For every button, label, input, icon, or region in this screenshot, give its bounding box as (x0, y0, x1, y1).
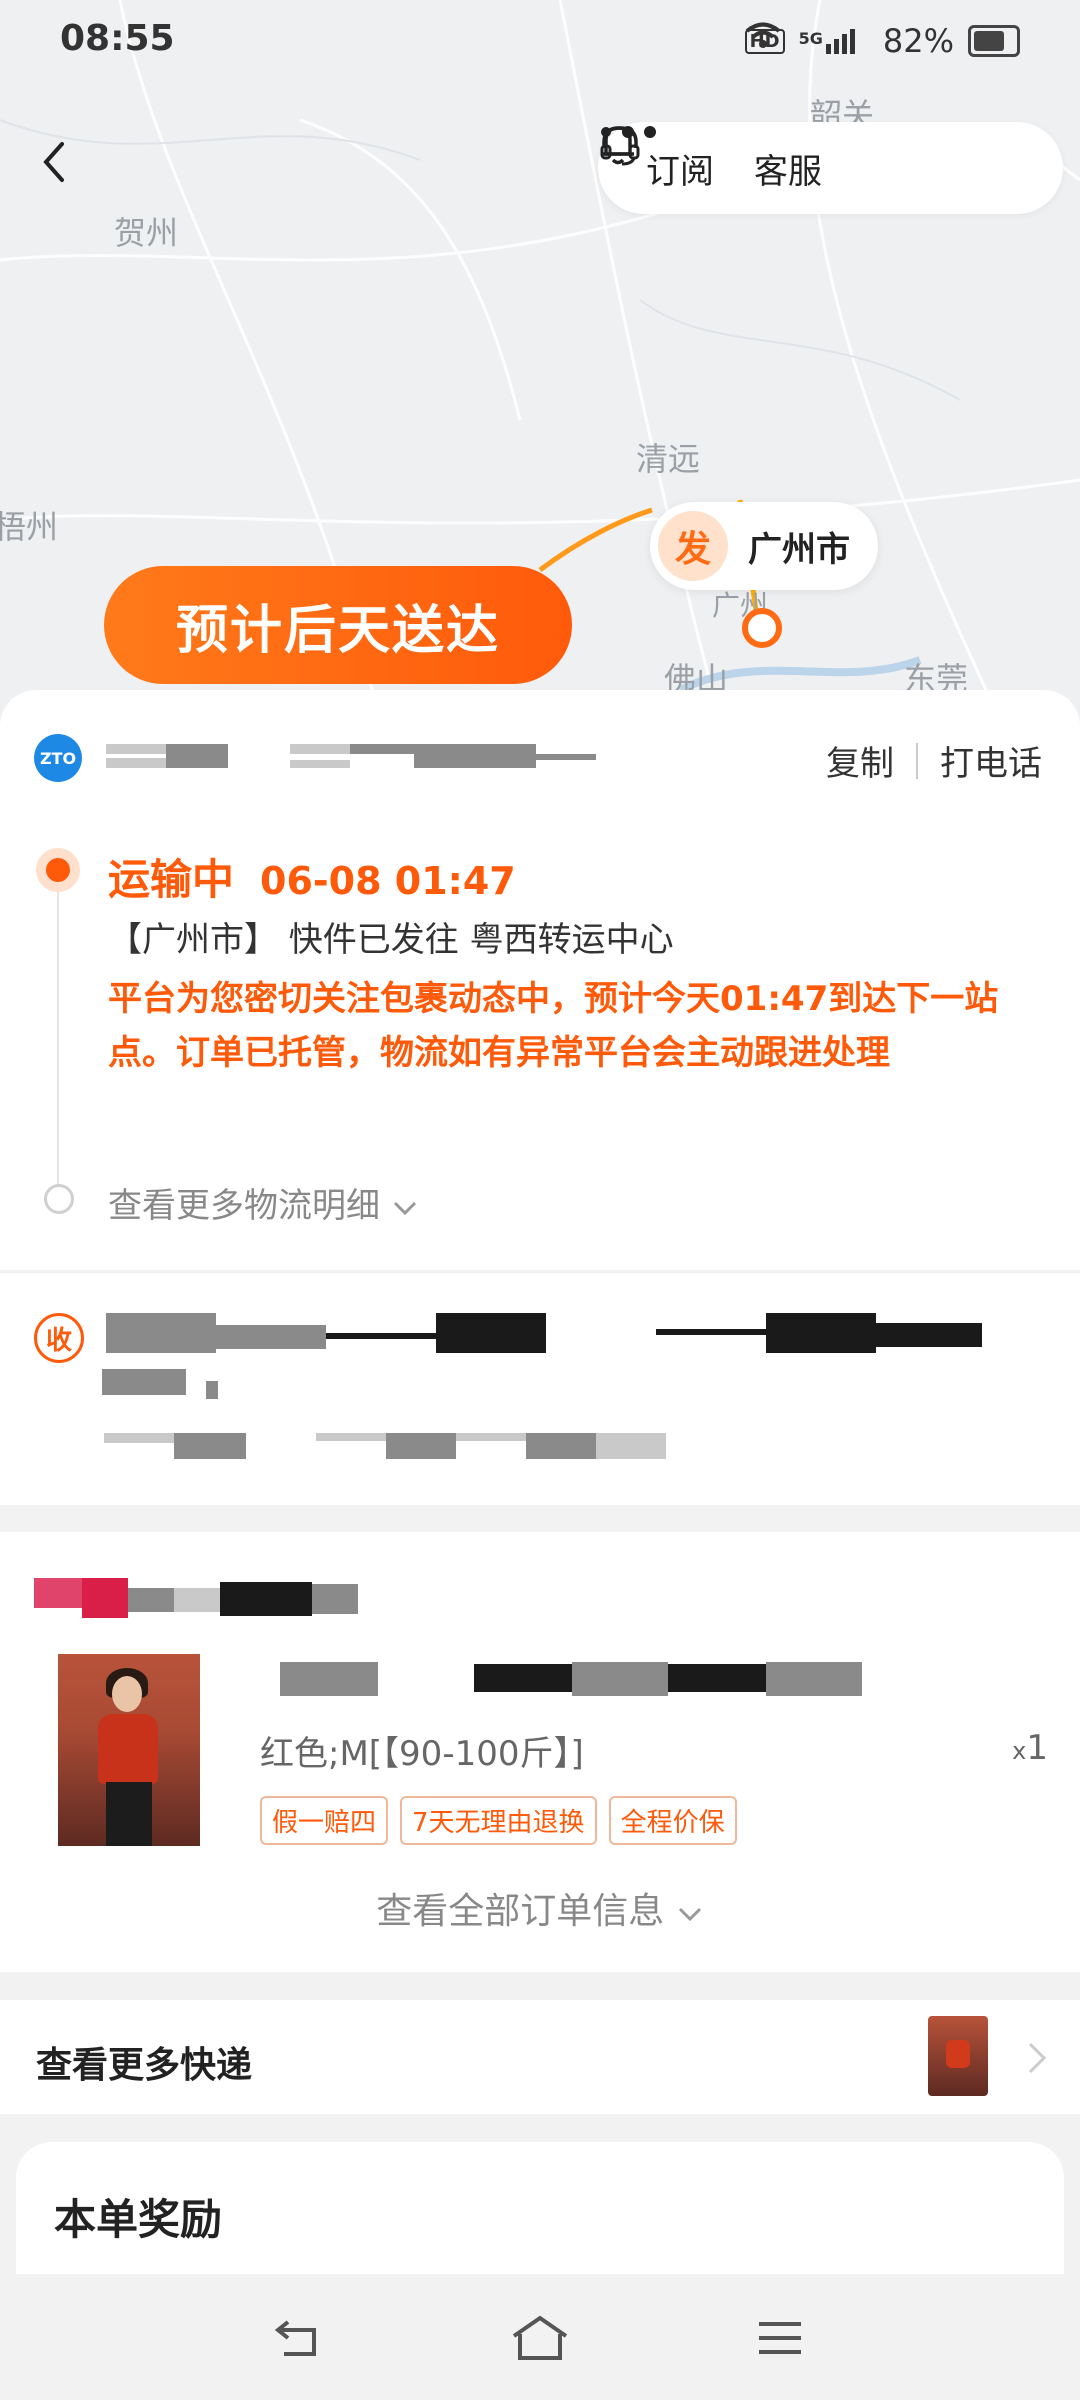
divider (916, 742, 918, 779)
tracking-status: 运输中 (108, 855, 235, 904)
product-image[interactable] (58, 1654, 200, 1846)
more-dots-icon (601, 126, 656, 138)
tracking-card: ZTO 复制 打电话 运输中 06-08 01:47 【广州市】 快件已发往 粤… (0, 690, 1080, 1270)
tag-7-day-return: 7天无理由退换 (400, 1796, 597, 1845)
product-quantity: x1 (1012, 1728, 1048, 1768)
tag-price-protection: 全程价保 (608, 1796, 737, 1845)
express-thumbnail (928, 2016, 988, 2096)
product-variant: 红色;M[【90-100斤】] (260, 1734, 584, 1774)
status-time: 08:55 (60, 18, 175, 59)
carrier-logo: ZTO (34, 734, 82, 782)
more-logistics-label: 查看更多物流明细 (108, 1186, 380, 1226)
carrier-actions: 复制 打电话 (826, 736, 1042, 785)
more-express-title: 查看更多快递 (36, 2045, 253, 2086)
copy-button[interactable]: 复制 (826, 736, 894, 785)
customer-service-button[interactable]: 客服 (600, 126, 822, 193)
timeline-active-dot (36, 848, 80, 892)
battery-level: 82% (882, 22, 954, 60)
origin-badge: 发 (658, 511, 728, 581)
subscribe-button[interactable]: 订阅 (602, 126, 714, 193)
top-action-pill: 订阅 客服 (598, 122, 1063, 214)
city-label: 梧州 (0, 508, 59, 546)
tracking-status-line: 运输中 06-08 01:47 (108, 846, 516, 907)
reward-card: 本单奖励 (16, 2142, 1064, 2282)
receiver-badge: 收 (34, 1313, 84, 1363)
tag-fake-compensation: 假一赔四 (260, 1796, 389, 1845)
signal-icon: 5G (799, 28, 855, 54)
menu-icon (759, 2322, 801, 2354)
map-view[interactable]: 贺州 韶关 清远 梧州 佛山 东莞 广州 08:55 HD 5G 82% (0, 0, 1080, 720)
battery-icon (968, 25, 1020, 57)
back-button[interactable] (40, 140, 100, 200)
more-express-row[interactable]: 查看更多快递 (0, 2000, 1080, 2114)
order-card: 红色;M[【90-100斤】] x1 假一赔四 7天无理由退换 全程价保 查看全… (0, 1532, 1080, 1972)
eta-banner: 预计后天送达 (104, 566, 572, 684)
receiver-card[interactable]: 收 (0, 1272, 1080, 1505)
city-label: 清远 (636, 440, 701, 478)
home-icon (512, 2315, 568, 2360)
service-label: 客服 (754, 151, 822, 192)
chevron-left-icon (43, 142, 64, 182)
more-logistics-link[interactable]: 查看更多物流明细 (108, 1178, 419, 1227)
reward-title: 本单奖励 (54, 2195, 223, 2244)
view-all-label: 查看全部订单信息 (376, 1891, 665, 1932)
city-label: 贺州 (114, 214, 179, 252)
origin-marker: 发 广州市 (650, 502, 878, 590)
origin-city: 广州市 (748, 529, 850, 570)
nav-home-button[interactable] (510, 2310, 570, 2366)
timeline-line (57, 870, 59, 1190)
location-pin-icon (742, 608, 782, 648)
service-tags: 假一赔四 7天无理由退换 全程价保 (260, 1796, 737, 1845)
system-nav-bar (0, 2274, 1080, 2400)
timeline-idle-dot (44, 1184, 74, 1214)
chevron-right-icon (1028, 2042, 1047, 2074)
chevron-down-icon (393, 1201, 416, 1216)
chevron-down-icon (678, 1907, 701, 1922)
nav-menu-button[interactable] (750, 2310, 810, 2366)
view-all-order-info[interactable]: 查看全部订单信息 (0, 1882, 1080, 1934)
tracking-notice: 平台为您密切关注包裹动态中，预计今天01:47到达下一站点。订单已托管，物流如有… (108, 979, 999, 1073)
tracking-datetime: 06-08 01:47 (260, 859, 516, 903)
call-button[interactable]: 打电话 (940, 736, 1042, 785)
status-bar: 08:55 HD 5G 82% (0, 0, 1080, 84)
status-icons: HD 5G 82% (744, 22, 1020, 60)
back-arrow-icon (274, 2320, 316, 2356)
tracking-route: 【广州市】 快件已发往 粤西转运中心 (108, 920, 674, 960)
subscribe-label: 订阅 (646, 151, 714, 192)
nav-back-button[interactable] (270, 2310, 330, 2366)
